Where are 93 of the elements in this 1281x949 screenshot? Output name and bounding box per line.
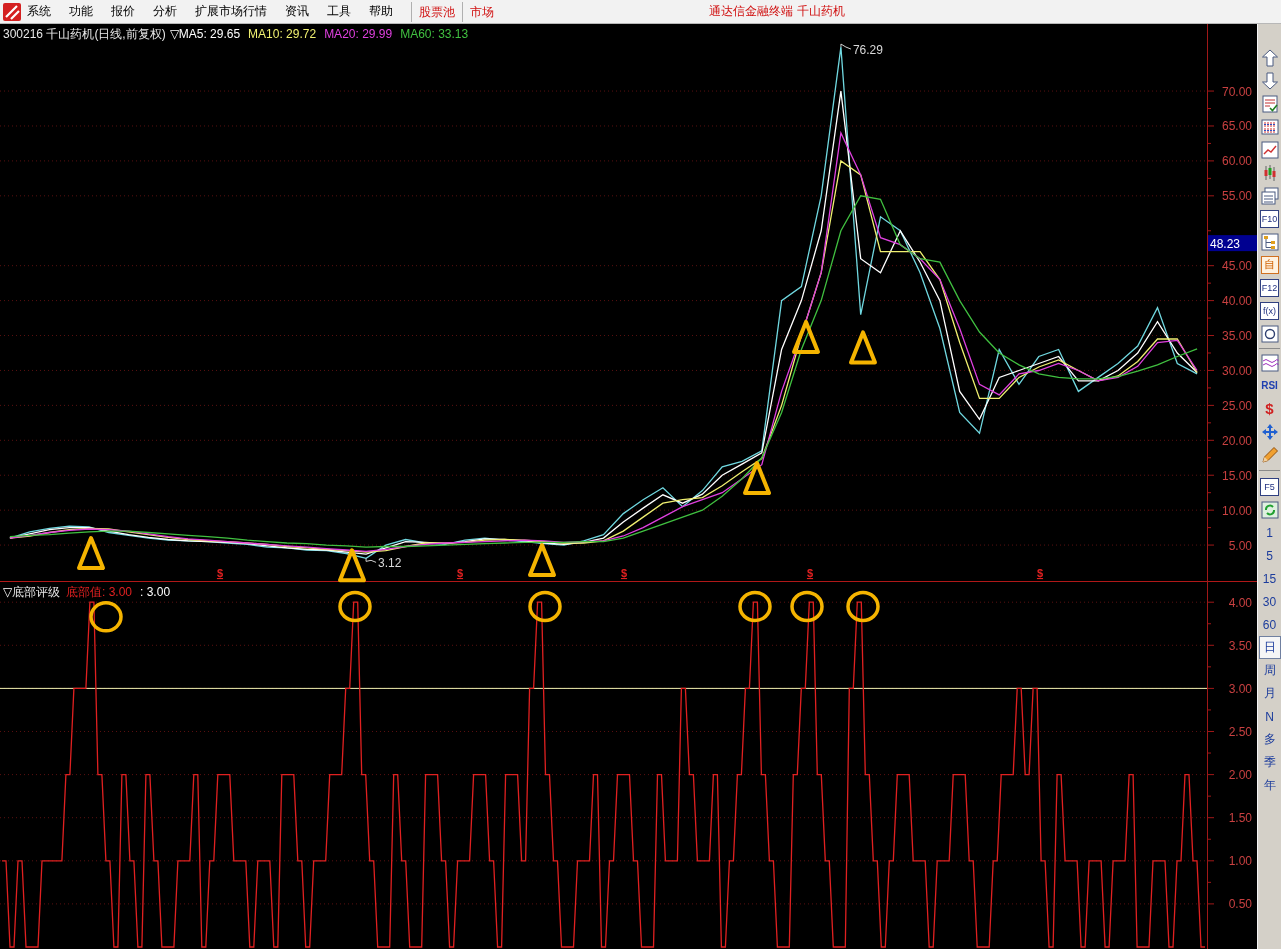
axis-label: 20.00 — [1221, 433, 1252, 448]
info-marker[interactable]: $ — [456, 567, 464, 579]
axis-label: 15.00 — [1221, 468, 1252, 483]
axis-label: 30.00 — [1221, 363, 1252, 378]
axis-label: 65.00 — [1221, 119, 1252, 134]
move-icon[interactable] — [1260, 422, 1279, 441]
period-tab[interactable]: 15 — [1258, 567, 1281, 590]
legend-item: MA10: 29.72 — [248, 27, 317, 41]
menu-item[interactable]: 工具 — [327, 3, 351, 20]
menu-shortcut[interactable]: 市场 — [462, 1, 501, 22]
toolbar-button[interactable]: f(x) — [1260, 301, 1279, 320]
menu-item[interactable]: 扩展市场行情 — [195, 3, 267, 20]
circle-marker — [790, 590, 824, 623]
triangle-marker — [743, 461, 771, 495]
axis-label: 3.00 — [1228, 681, 1252, 696]
logo-icon[interactable] — [3, 2, 21, 21]
period-tab[interactable]: 1 — [1258, 521, 1281, 544]
axis-label: 40.00 — [1221, 294, 1252, 309]
axis-label: 1.50 — [1228, 811, 1252, 826]
circle-marker — [738, 590, 772, 623]
axis-label: 2.00 — [1228, 768, 1252, 783]
period-tab[interactable]: 5 — [1258, 544, 1281, 567]
circle-marker — [528, 590, 562, 623]
period-tab[interactable]: 月 — [1258, 682, 1281, 705]
tree-icon[interactable] — [1260, 232, 1279, 251]
axis-label: 70.00 — [1221, 84, 1252, 99]
menu-item[interactable]: 系统 — [27, 3, 51, 20]
axis-label: 45.00 — [1221, 259, 1252, 274]
info-marker[interactable]: $ — [216, 567, 224, 579]
period-tab[interactable]: 30 — [1258, 590, 1281, 613]
toolbar-button[interactable]: F12 — [1260, 278, 1279, 297]
down-arrow-icon[interactable] — [1260, 71, 1279, 90]
axis-label: 2.50 — [1228, 725, 1252, 739]
triangle-marker — [338, 548, 366, 583]
checklist-icon[interactable] — [1260, 94, 1279, 113]
window-title: 通达信金融终端 千山药机 — [709, 3, 845, 20]
axis-label: 1.00 — [1228, 854, 1252, 869]
axis-label: 3.50 — [1228, 638, 1252, 653]
circle-marker — [89, 601, 123, 633]
chart-title: 底部评级 — [12, 584, 60, 601]
axis-label: 60.00 — [1221, 154, 1252, 169]
period-tab[interactable]: 周 — [1258, 659, 1281, 682]
axis-label: 35.00 — [1221, 329, 1252, 344]
legend-item: : 3.00 — [140, 585, 171, 599]
refresh-icon[interactable] — [1260, 500, 1279, 519]
info-marker[interactable]: $ — [1036, 567, 1044, 579]
legend-item: MA60: 33.13 — [400, 27, 469, 41]
info-marker[interactable]: $ — [806, 567, 814, 579]
chart-title: 300216 千山药机(日线,前复权) — [3, 26, 166, 43]
up-arrow-icon[interactable] — [1260, 48, 1279, 67]
toolbar-button[interactable]: F10 — [1260, 209, 1279, 228]
price-label: 76.29 — [840, 43, 883, 58]
circle-marker — [846, 590, 880, 623]
line-chart-icon[interactable] — [1260, 140, 1279, 159]
collapse-toggle[interactable]: ▽ — [3, 585, 12, 599]
collapse-toggle[interactable]: ▽ — [169, 27, 179, 41]
triangle-marker — [792, 319, 820, 354]
triangle-marker — [849, 330, 877, 365]
pencil-icon[interactable] — [1260, 445, 1279, 464]
toolbar-button[interactable]: RSI — [1261, 380, 1278, 391]
period-tab[interactable]: 年 — [1258, 774, 1281, 797]
stacked-windows-icon[interactable] — [1260, 186, 1279, 205]
circle-marker — [338, 590, 372, 623]
axis-label: 5.00 — [1228, 538, 1252, 553]
menu-item[interactable]: 报价 — [111, 3, 135, 20]
legend-item: MA5: 29.65 — [178, 27, 241, 41]
toolbar-button[interactable]: $ — [1265, 400, 1274, 417]
axis-label: 10.00 — [1221, 503, 1252, 518]
wave-icon[interactable] — [1260, 353, 1279, 372]
menu-item[interactable]: 帮助 — [369, 3, 393, 20]
legend-item: MA20: 29.99 — [324, 27, 393, 41]
price-tag: 48.23 — [1208, 235, 1257, 252]
table-icon[interactable] — [1260, 117, 1279, 136]
axis-label: 55.00 — [1221, 189, 1252, 204]
period-tab[interactable]: N — [1258, 705, 1281, 728]
period-tab[interactable]: 60 — [1258, 613, 1281, 636]
axis-label: 0.50 — [1228, 897, 1252, 912]
menu-shortcut[interactable]: 股票池 — [411, 1, 462, 22]
period-tab[interactable]: 日 — [1258, 636, 1281, 659]
legend-item: 底部值: 3.00 — [66, 584, 133, 601]
period-tab[interactable]: 多 — [1258, 728, 1281, 751]
price-label: 3.12 — [365, 556, 402, 571]
menu-item[interactable]: 资讯 — [285, 3, 309, 20]
info-marker[interactable]: $ — [620, 567, 628, 579]
menu-item[interactable]: 功能 — [69, 3, 93, 20]
axis-label: 25.00 — [1221, 398, 1252, 413]
toolbar-button[interactable]: 自 — [1260, 255, 1279, 274]
triangle-marker — [77, 536, 105, 571]
menu-item[interactable]: 分析 — [153, 3, 177, 20]
triangle-marker — [528, 543, 556, 577]
period-tab[interactable]: 季 — [1258, 751, 1281, 774]
axis-label: 4.00 — [1228, 595, 1252, 610]
toolbar-button[interactable]: F5 — [1260, 477, 1279, 496]
